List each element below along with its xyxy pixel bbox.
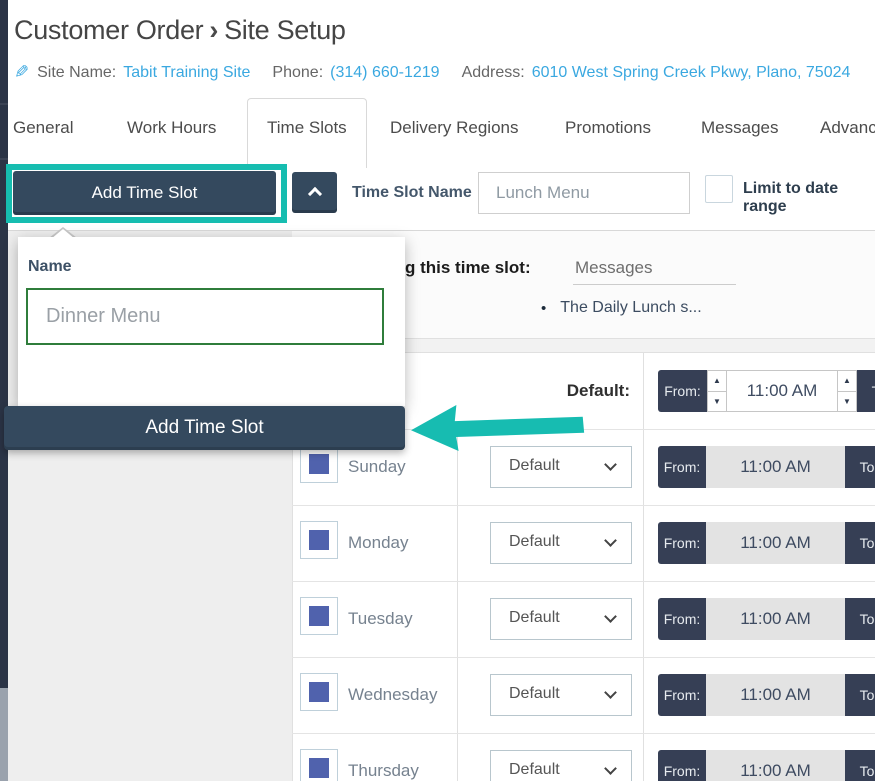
day-label: Thursday: [348, 761, 419, 781]
phone-label: Phone:: [272, 64, 323, 82]
site-name-label: Site Name:: [37, 64, 116, 82]
sidebar-edge: [0, 0, 8, 781]
day-label: Monday: [348, 533, 408, 553]
day-checkbox[interactable]: [300, 521, 338, 559]
popup-name-input[interactable]: [26, 288, 384, 345]
add-time-slot-button[interactable]: Add Time Slot: [13, 171, 276, 215]
day-option-select[interactable]: Default: [490, 522, 632, 564]
tab-general[interactable]: General: [13, 118, 73, 138]
collapse-button[interactable]: [292, 172, 337, 213]
chevron-down-icon: [604, 686, 617, 699]
from-label: From:: [658, 674, 706, 716]
limit-date-range-checkbox[interactable]: [705, 175, 733, 203]
to-label: To:: [845, 522, 875, 564]
site-info-bar: ✎ Site Name: Tabit Training Site Phone: …: [14, 62, 872, 83]
address-link[interactable]: 6010 West Spring Creek Pkwy, Plano, 7502…: [532, 64, 851, 82]
day-option-select[interactable]: Default: [490, 674, 632, 716]
row-divider: [292, 657, 875, 658]
to-label: To:: [845, 750, 875, 781]
time-slot-name-label: Time Slot Name: [352, 184, 472, 202]
checkbox-checked-fill: [309, 682, 329, 702]
messages-underline: [573, 284, 736, 285]
from-time-field[interactable]: 11:00 AM: [706, 446, 845, 488]
row-divider: [292, 505, 875, 506]
from-time-field[interactable]: 11:00 AM: [706, 598, 845, 640]
table-col-divider-1: [457, 429, 458, 781]
row-divider: [292, 733, 875, 734]
checkbox-checked-fill: [309, 530, 329, 550]
site-name-link[interactable]: Tabit Training Site: [123, 64, 250, 82]
default-from-spinner-2: ▲ ▼: [837, 370, 857, 412]
default-from-spinner: ▲ ▼: [707, 370, 727, 412]
chevron-up-icon: [307, 187, 321, 201]
add-time-slot-popup: Name: [18, 237, 405, 406]
chevron-down-icon: [604, 762, 617, 775]
popup-add-time-slot-button[interactable]: Add Time Slot: [4, 406, 405, 450]
day-checkbox[interactable]: [300, 749, 338, 781]
popup-name-label: Name: [28, 258, 72, 276]
default-from-label: From:: [658, 370, 707, 412]
checkbox-checked-fill: [309, 454, 329, 474]
page-title: Site Setup: [224, 15, 346, 45]
row-divider: [292, 581, 875, 582]
day-label: Wednesday: [348, 685, 437, 705]
from-label: From:: [658, 522, 706, 564]
to-label: To:: [845, 446, 875, 488]
time-slot-name-input[interactable]: [478, 172, 690, 214]
site-setup-page: Customer Order›Site Setup ✎ Site Name: T…: [0, 0, 875, 781]
checkbox-checked-fill: [309, 606, 329, 626]
from-time-field[interactable]: 11:00 AM: [706, 674, 845, 716]
tab-advanced[interactable]: Advanced: [820, 118, 875, 138]
select-value: Default: [509, 761, 560, 779]
from-time-field[interactable]: 11:00 AM: [706, 750, 845, 781]
messages-column-header: Messages: [575, 258, 652, 278]
tab-work-hours[interactable]: Work Hours: [127, 118, 216, 138]
from-time-field[interactable]: 11:00 AM: [706, 522, 845, 564]
to-label: To:: [845, 674, 875, 716]
chevron-down-icon: [604, 610, 617, 623]
to-label: To:: [845, 598, 875, 640]
chevron-down-icon: [604, 458, 617, 471]
select-value: Default: [509, 533, 560, 551]
breadcrumb-parent: Customer Order: [14, 15, 203, 45]
select-value: Default: [509, 457, 560, 475]
popup-caret: [51, 229, 75, 239]
breadcrumb: Customer Order›Site Setup: [14, 15, 346, 46]
day-option-select[interactable]: Default: [490, 598, 632, 640]
default-from-time[interactable]: 11:00 AM: [727, 370, 837, 412]
spinner-up-icon[interactable]: ▲: [837, 370, 857, 391]
chevron-down-icon: [604, 534, 617, 547]
phone-link[interactable]: (314) 660-1219: [330, 64, 439, 82]
select-value: Default: [509, 609, 560, 627]
table-col-divider-2: [643, 353, 644, 781]
address-label: Address:: [462, 64, 525, 82]
breadcrumb-chevron-icon: ›: [203, 15, 224, 45]
tab-time-slots[interactable]: Time Slots: [267, 118, 347, 138]
default-to-label: To:: [857, 370, 875, 412]
from-label: From:: [658, 446, 706, 488]
day-checkbox[interactable]: [300, 597, 338, 635]
spinner-down-icon[interactable]: ▼: [837, 391, 857, 413]
day-checkbox[interactable]: [300, 673, 338, 711]
tab-delivery-regions[interactable]: Delivery Regions: [390, 118, 519, 138]
spinner-up-icon[interactable]: ▲: [707, 370, 727, 391]
annotation-arrow-icon: [404, 396, 588, 461]
from-label: From:: [658, 598, 706, 640]
message-text: The Daily Lunch s...: [560, 299, 701, 317]
day-option-select[interactable]: Default: [490, 750, 632, 781]
tab-promotions[interactable]: Promotions: [565, 118, 651, 138]
usage-partial-text: g this time slot:: [405, 258, 531, 278]
select-value: Default: [509, 685, 560, 703]
tab-messages[interactable]: Messages: [701, 118, 778, 138]
from-label: From:: [658, 750, 706, 781]
day-label: Sunday: [348, 457, 406, 477]
limit-date-range-label: Limit to date range: [743, 180, 875, 216]
day-checkbox[interactable]: [300, 445, 338, 483]
message-list-item: • The Daily Lunch s...: [541, 299, 702, 317]
day-label: Tuesday: [348, 609, 413, 629]
spinner-down-icon[interactable]: ▼: [707, 391, 727, 413]
edit-pencil-icon[interactable]: ✎: [14, 62, 29, 83]
bullet-icon: •: [541, 300, 546, 317]
checkbox-checked-fill: [309, 758, 329, 778]
